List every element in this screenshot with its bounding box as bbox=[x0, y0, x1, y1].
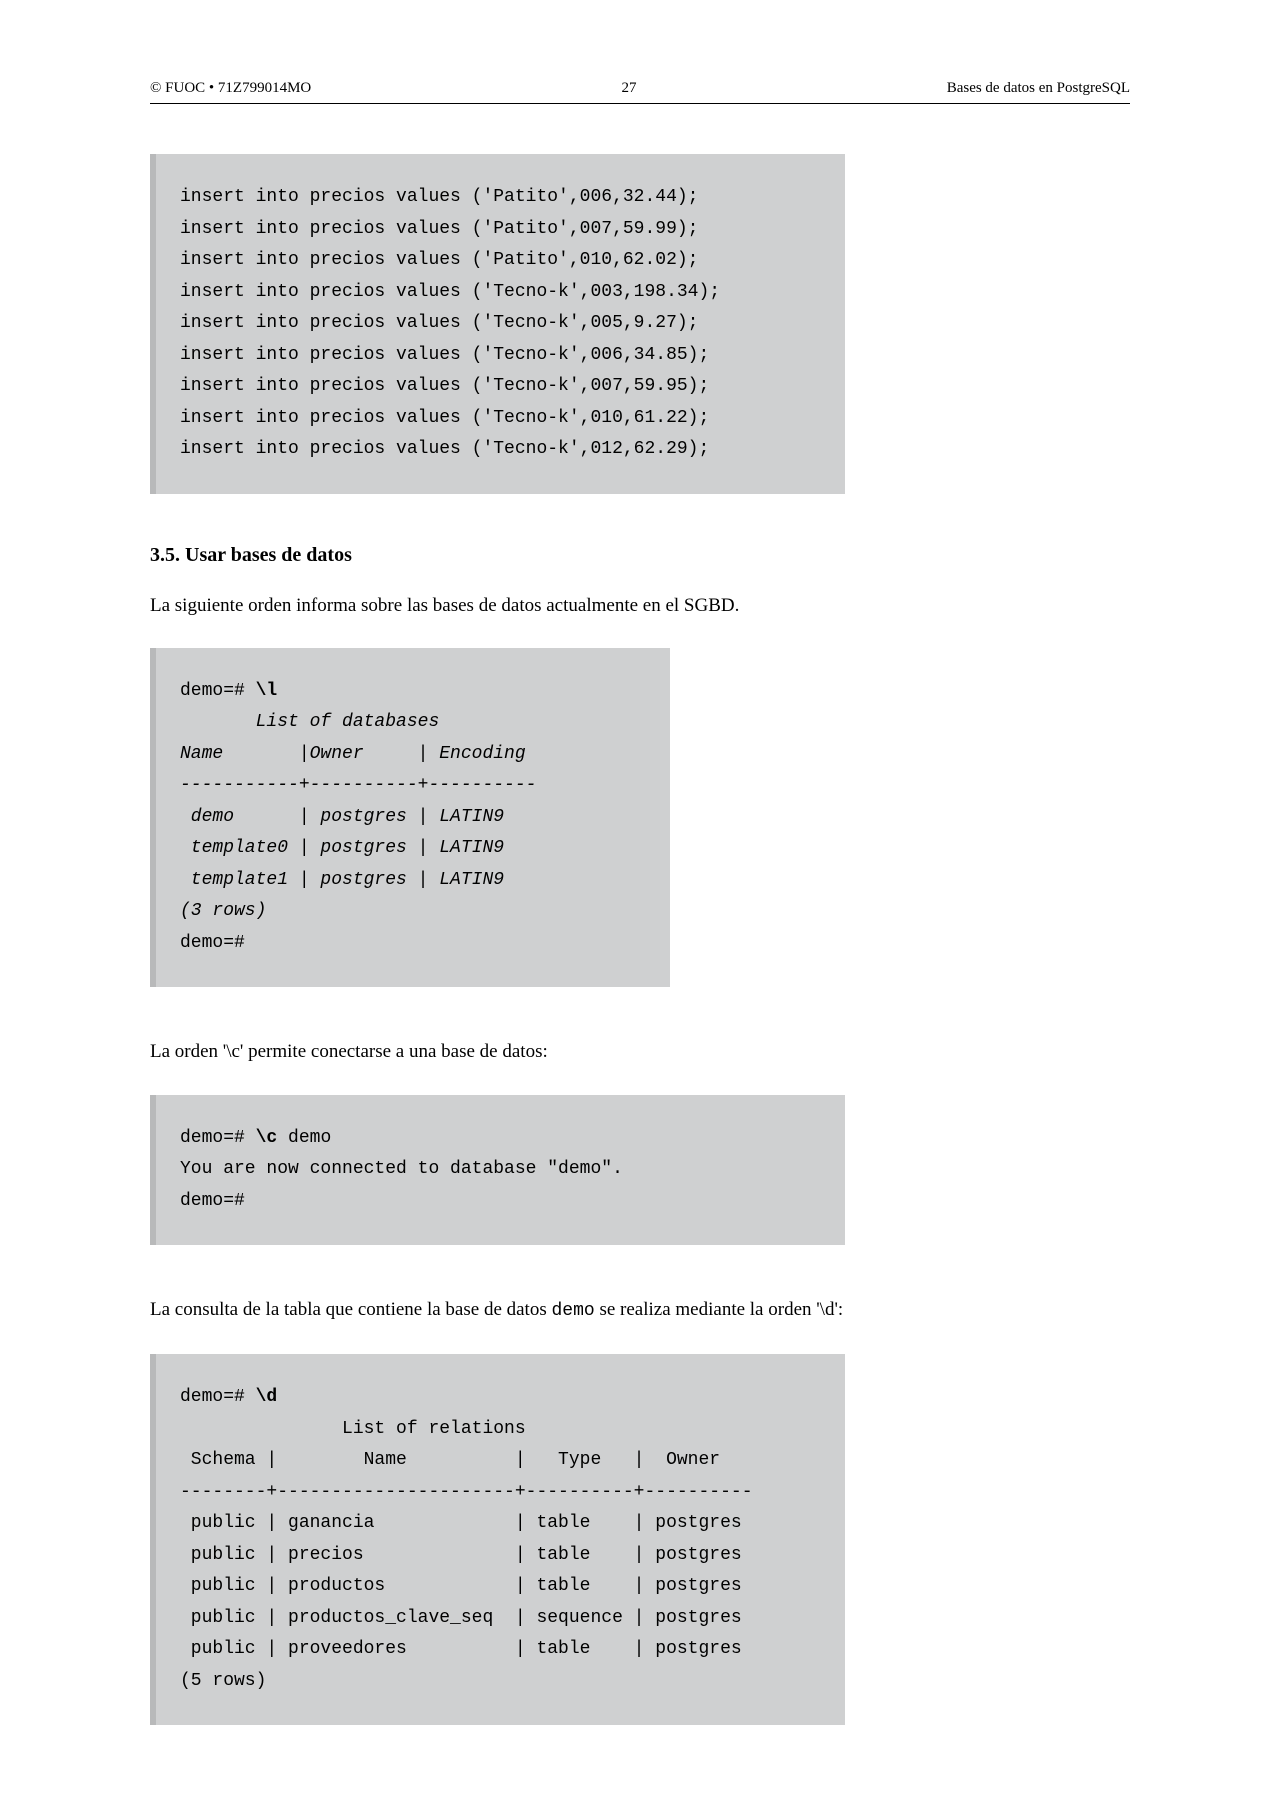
section-number: 3.5. bbox=[150, 544, 180, 566]
code-block-inserts: insert into precios values ('Patito',006… bbox=[150, 154, 845, 494]
output-line: Name |Owner | Encoding bbox=[180, 744, 526, 764]
code-block-connect: demo=# \c demo You are now connected to … bbox=[150, 1095, 845, 1246]
command-arg: demo bbox=[277, 1128, 331, 1148]
paragraph: La consulta de la tabla que contiene la … bbox=[150, 1295, 845, 1326]
command: \d bbox=[256, 1387, 278, 1407]
output-line: -----------+----------+---------- bbox=[180, 775, 536, 795]
page-header: © FUOC • 71Z799014MO 27 Bases de datos e… bbox=[150, 80, 1130, 104]
section-heading: 3.5. Usar bases de datos bbox=[150, 544, 1130, 567]
code-line: insert into precios values ('Tecno-k',01… bbox=[180, 439, 709, 459]
code-line: insert into precios values ('Patito',006… bbox=[180, 187, 698, 207]
output-line: demo | postgres | LATIN9 bbox=[180, 807, 504, 827]
output-line: Schema | Name | Type | Owner bbox=[180, 1450, 720, 1470]
code-line: insert into precios values ('Tecno-k',00… bbox=[180, 313, 698, 333]
para-text-b: se realiza mediante la orden '\d': bbox=[595, 1299, 843, 1320]
page-number: 27 bbox=[621, 80, 636, 97]
paragraph: La siguiente orden informa sobre las bas… bbox=[150, 591, 845, 620]
output-line: List of relations bbox=[180, 1419, 526, 1439]
header-right: Bases de datos en PostgreSQL bbox=[947, 80, 1130, 97]
prompt: demo=# bbox=[180, 1191, 245, 1211]
code-block-list-relations: demo=# \d List of relations Schema | Nam… bbox=[150, 1354, 845, 1725]
inline-code: demo bbox=[551, 1301, 594, 1321]
prompt: demo=# bbox=[180, 1387, 256, 1407]
output-line: --------+----------------------+--------… bbox=[180, 1482, 753, 1502]
code-block-list-db: demo=# \l List of databases Name |Owner … bbox=[150, 648, 670, 988]
output-line: (3 rows) bbox=[180, 901, 266, 921]
output-line: (5 rows) bbox=[180, 1671, 266, 1691]
code-line: insert into precios values ('Tecno-k',00… bbox=[180, 376, 709, 396]
command: \l bbox=[256, 681, 278, 701]
output-line: public | productos | table | postgres bbox=[180, 1576, 742, 1596]
header-left: © FUOC • 71Z799014MO bbox=[150, 80, 311, 97]
output-line: public | ganancia | table | postgres bbox=[180, 1513, 742, 1533]
code-line: insert into precios values ('Tecno-k',01… bbox=[180, 408, 709, 428]
prompt: demo=# bbox=[180, 1128, 256, 1148]
output-line: You are now connected to database "demo"… bbox=[180, 1159, 623, 1179]
output-line: template1 | postgres | LATIN9 bbox=[180, 870, 504, 890]
output-line: List of databases bbox=[180, 712, 439, 732]
section-title-text: Usar bases de datos bbox=[185, 544, 352, 566]
output-line: public | productos_clave_seq | sequence … bbox=[180, 1608, 742, 1628]
paragraph: La orden '\c' permite conectarse a una b… bbox=[150, 1037, 845, 1066]
prompt: demo=# bbox=[180, 681, 256, 701]
code-line: insert into precios values ('Patito',010… bbox=[180, 250, 698, 270]
output-line: template0 | postgres | LATIN9 bbox=[180, 838, 504, 858]
code-line: insert into precios values ('Tecno-k',00… bbox=[180, 282, 720, 302]
prompt: demo=# bbox=[180, 933, 245, 953]
para-text-a: La consulta de la tabla que contiene la … bbox=[150, 1299, 551, 1320]
code-line: insert into precios values ('Patito',007… bbox=[180, 219, 698, 239]
output-line: public | precios | table | postgres bbox=[180, 1545, 742, 1565]
code-line: insert into precios values ('Tecno-k',00… bbox=[180, 345, 709, 365]
output-line: public | proveedores | table | postgres bbox=[180, 1639, 742, 1659]
command: \c bbox=[256, 1128, 278, 1148]
